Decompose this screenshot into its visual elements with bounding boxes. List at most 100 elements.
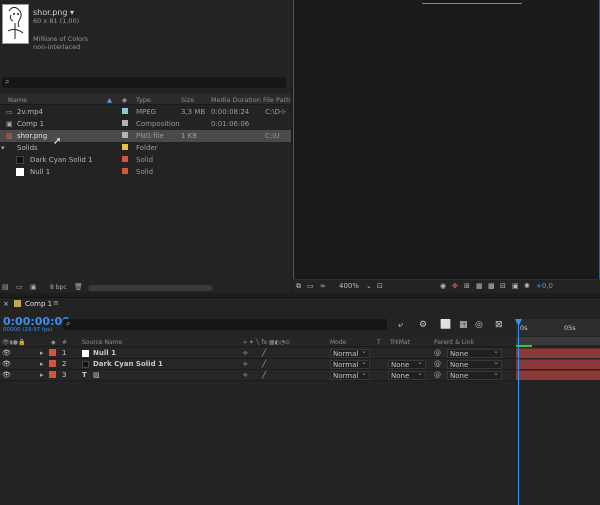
label-swatch[interactable] (122, 120, 128, 126)
comp-frame-edge (422, 3, 522, 4)
label-swatch[interactable] (122, 156, 128, 162)
layer-bar-2[interactable] (516, 359, 600, 369)
layer-label-swatch[interactable] (49, 360, 56, 367)
label-swatch[interactable] (122, 144, 128, 150)
frame-blending-icon[interactable]: ▦ (459, 320, 468, 330)
close-icon[interactable]: × (3, 300, 9, 308)
zoom-chevron-icon[interactable]: ⌄ (366, 282, 372, 290)
parent-pickwhip-icon[interactable]: @ (434, 360, 441, 368)
exposure-icon[interactable]: ✺ (524, 282, 530, 290)
draft-3d-icon[interactable]: ⚙ (419, 320, 427, 330)
label-swatch[interactable] (122, 108, 128, 114)
views-icon[interactable]: ▣ (512, 282, 519, 290)
delete-icon[interactable]: 🗑 (74, 283, 83, 291)
col-source-name[interactable]: Source Name (82, 339, 122, 346)
col-size[interactable]: Size (181, 96, 194, 104)
interpret-footage-icon[interactable]: ▤ (2, 283, 9, 291)
always-preview-icon[interactable]: ⧉ (296, 282, 301, 291)
layer-bar-1[interactable] (516, 348, 600, 358)
project-item[interactable]: Dark Cyan Solid 1 Solid (0, 154, 291, 166)
item-duration: 0:01:06:06 (211, 120, 250, 128)
new-folder-icon[interactable]: ▭ (16, 283, 23, 291)
parent-pickwhip-icon[interactable]: @ (434, 371, 441, 379)
fit-icon[interactable]: ⊡ (377, 282, 383, 290)
graph-editor-icon[interactable]: ⊠ (495, 320, 503, 330)
expand-arrow-icon[interactable]: ▸ (40, 371, 44, 379)
solid-color-icon (16, 156, 24, 164)
quality-switch-icon[interactable]: ╱ (262, 371, 266, 379)
layer-name[interactable]: Dark Cyan Solid 1 (93, 360, 163, 368)
selected-item-name[interactable]: shor.png ▾ (33, 8, 74, 17)
transparency-grid-icon[interactable]: ▩ (488, 282, 495, 290)
shy-layers-icon[interactable]: ⬜ (440, 320, 451, 330)
exposure-value[interactable]: +0,0 (536, 282, 553, 290)
ruler-start-label: 0s (520, 324, 528, 332)
project-item[interactable]: ▾ Solids Folder (0, 142, 291, 154)
trkmat-dropdown[interactable]: None (388, 358, 426, 369)
sort-ascending-icon[interactable]: ▲ (107, 96, 112, 104)
color-channels-icon[interactable]: ✤ (452, 282, 458, 290)
region-icon[interactable]: ⊞ (464, 282, 470, 290)
horizontal-scrollbar[interactable] (88, 285, 213, 291)
expand-arrow-icon[interactable]: ▸ (40, 360, 44, 368)
null-swatch-icon (82, 350, 89, 357)
grid-icon[interactable]: ▦ (476, 282, 483, 290)
layer-column-header: 👁◖●🔒 ◆ # Source Name ⟡ ✦ ╲ fx ▦◐◔⊙ Mode … (0, 337, 514, 347)
shy-switch-icon[interactable]: ⟡ (243, 360, 248, 369)
parent-dropdown[interactable]: None (447, 358, 502, 369)
layer-bar-3[interactable] (516, 370, 600, 380)
visibility-eye-icon[interactable]: 👁 (2, 360, 11, 368)
col-duration[interactable]: Media Duration (211, 96, 261, 104)
layer-name[interactable]: Null 1 (93, 349, 116, 357)
project-item[interactable]: ▣ Comp 1 Composition 0:01:06:06 (0, 118, 291, 130)
col-name[interactable]: Name (8, 96, 27, 104)
project-item[interactable]: ▭ 2v.mp4 MPEG 3,3 MB 0:00:08:24 C:\D ⊹ (0, 106, 291, 118)
layer-label-swatch[interactable] (49, 349, 56, 356)
3d-view-icon[interactable]: ⊟ (500, 282, 506, 290)
expand-arrow-icon[interactable]: ▾ (1, 144, 5, 152)
vr-icon[interactable]: ∞ (320, 282, 326, 290)
blend-mode-dropdown[interactable]: Normal (330, 358, 370, 369)
shy-switch-icon[interactable]: ⟡ (243, 349, 248, 358)
zoom-dropdown[interactable]: 400% (339, 282, 359, 290)
camera-icon[interactable]: ◉ (440, 282, 446, 290)
motion-blur-icon[interactable]: ◎ (475, 320, 483, 330)
layer-row[interactable]: 👁 ▸ 2 Dark Cyan Solid 1 ⟡ ╱ Normal None @ None (0, 358, 514, 370)
project-item[interactable]: Null 1 Solid (0, 166, 291, 178)
blend-mode-dropdown[interactable]: Normal (330, 369, 370, 380)
visibility-eye-icon[interactable]: 👁 (2, 349, 11, 357)
trkmat-dropdown[interactable]: None (388, 369, 426, 380)
new-composition-icon[interactable]: ▣ (30, 283, 37, 291)
composition-viewer[interactable] (293, 0, 600, 293)
bit-depth-button[interactable]: 8 bpc (50, 284, 67, 291)
composition-icon: ▣ (6, 120, 13, 128)
playhead[interactable] (515, 319, 522, 505)
visibility-eye-icon[interactable]: 👁 (2, 371, 11, 379)
label-tag-icon[interactable]: ◆ (122, 96, 127, 104)
col-type[interactable]: Type (136, 96, 151, 104)
project-search-input[interactable]: ⌕ (2, 77, 286, 88)
timeline-search-input[interactable]: ⌕ (63, 319, 387, 330)
shy-switch-icon[interactable]: ⟡ (243, 371, 248, 380)
tab-menu-icon[interactable]: ≡ (53, 299, 59, 307)
parent-dropdown[interactable]: None (447, 347, 502, 358)
parent-dropdown[interactable]: None (447, 369, 502, 380)
layer-row[interactable]: 👁 ▸ 3 T ▨ ⟡ ╱ Normal None @ None (0, 369, 514, 381)
monitor-icon[interactable]: ▭ (307, 282, 314, 290)
parent-pickwhip-icon[interactable]: @ (434, 349, 441, 357)
quality-switch-icon[interactable]: ╱ (262, 360, 266, 368)
label-swatch[interactable] (122, 168, 128, 174)
col-t: T (377, 339, 381, 346)
time-ruler[interactable]: 0s 05s (516, 319, 600, 336)
expand-arrow-icon[interactable]: ▸ (40, 349, 44, 357)
quality-switch-icon[interactable]: ╱ (262, 349, 266, 357)
layer-row[interactable]: 👁 ▸ 1 Null 1 ⟡ ╱ Normal @ None (0, 347, 514, 359)
comp-mini-flowchart-icon[interactable]: ⤶ (398, 320, 403, 330)
project-item[interactable]: ▨ shor.png PNG file 1 KB C:\U (0, 130, 291, 142)
label-swatch[interactable] (122, 132, 128, 138)
col-path[interactable]: File Path (263, 96, 290, 104)
layer-label-swatch[interactable] (49, 371, 56, 378)
work-area-bar[interactable] (516, 337, 600, 347)
tab-comp-1[interactable]: Comp 1 (25, 300, 52, 308)
blend-mode-dropdown[interactable]: Normal (330, 347, 370, 358)
